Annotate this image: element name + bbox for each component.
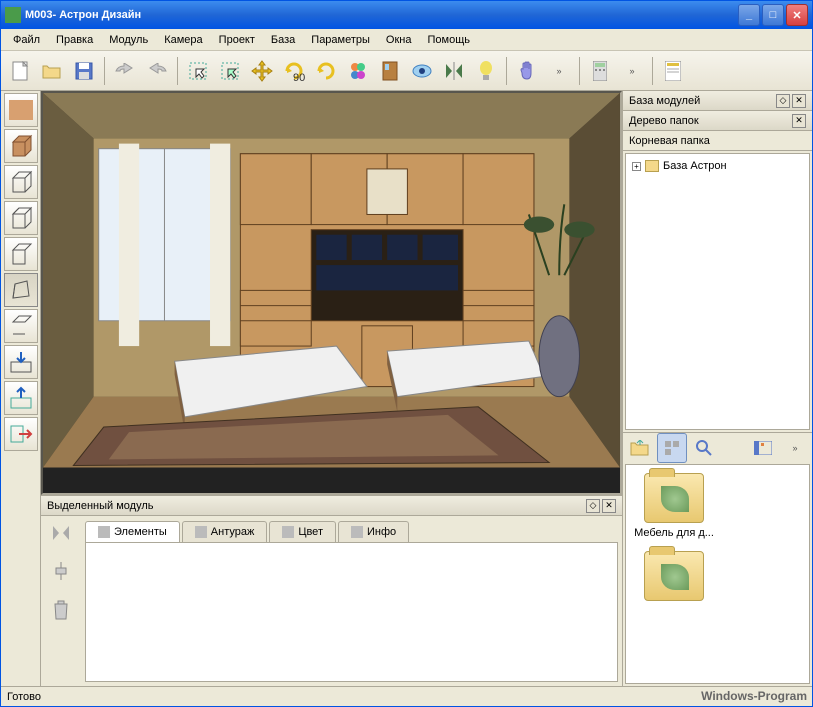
window-title: М003- Астрон Дизайн: [25, 9, 738, 21]
base-close-button[interactable]: ✕: [792, 94, 806, 108]
folder-icon: [644, 551, 704, 601]
status-text: Готово: [7, 691, 41, 703]
maximize-button[interactable]: □: [762, 4, 784, 26]
color-tool-button[interactable]: [343, 56, 373, 86]
redo-button[interactable]: [142, 56, 172, 86]
selected-module-title: Выделенный модуль: [47, 500, 584, 512]
selected-module-panel-header: Выделенный модуль ◇ ✕: [41, 496, 622, 516]
module-base-header: База модулей ◇ ✕: [623, 91, 812, 111]
folder-tree-header: Дерево папок ✕: [623, 111, 812, 131]
search-button[interactable]: [689, 433, 719, 463]
grid-icon: [98, 526, 110, 538]
tab-entourage[interactable]: Антураж: [182, 521, 268, 542]
3d-viewport[interactable]: [41, 91, 622, 495]
view-large-button[interactable]: [657, 433, 687, 463]
save-button[interactable]: [69, 56, 99, 86]
light-button[interactable]: [471, 56, 501, 86]
svg-text:90: 90: [293, 72, 305, 82]
module-base-title: База модулей: [629, 95, 774, 107]
menu-params[interactable]: Параметры: [303, 32, 378, 48]
title-bar: М003- Астрон Дизайн _ □ ✕: [1, 1, 812, 29]
layout-button[interactable]: [748, 433, 778, 463]
tree-item-label: База Астрон: [663, 160, 727, 172]
expand-button[interactable]: +: [632, 162, 641, 171]
view-button[interactable]: [407, 56, 437, 86]
status-bar: Готово: [1, 686, 812, 706]
rotate-90-button[interactable]: 90: [279, 56, 309, 86]
wireframe-2-tool[interactable]: [4, 201, 38, 235]
menu-windows[interactable]: Окна: [378, 32, 420, 48]
tree-item-base[interactable]: + База Астрон: [630, 158, 805, 174]
select-button[interactable]: [183, 56, 213, 86]
folder-item-2[interactable]: [634, 551, 714, 601]
more-1-button[interactable]: »: [544, 56, 574, 86]
trash-icon[interactable]: [53, 600, 69, 620]
menu-project[interactable]: Проект: [211, 32, 263, 48]
dimension-tool[interactable]: [4, 309, 38, 343]
solid-box-tool[interactable]: [4, 129, 38, 163]
slider-icon[interactable]: [52, 562, 70, 580]
modules-tabs: Элементы Антураж Цвет Инфо: [81, 516, 622, 542]
menu-camera[interactable]: Камера: [156, 32, 210, 48]
left-toolbar: [1, 91, 41, 686]
wireframe-3-tool[interactable]: [4, 237, 38, 271]
select-add-button[interactable]: [215, 56, 245, 86]
calc-button[interactable]: [585, 56, 615, 86]
menu-help[interactable]: Помощь: [419, 32, 478, 48]
module-panel-sidebar: [41, 516, 81, 686]
minimize-button[interactable]: _: [738, 4, 760, 26]
new-button[interactable]: [5, 56, 35, 86]
tab-content-area: [85, 542, 618, 682]
main-toolbar: 90 » »: [1, 51, 812, 91]
tab-elements[interactable]: Элементы: [85, 521, 180, 542]
star-icon: [195, 526, 207, 538]
mirror-button[interactable]: [439, 56, 469, 86]
panel-close-button[interactable]: ✕: [602, 499, 616, 513]
menu-edit[interactable]: Правка: [48, 32, 101, 48]
app-icon: [5, 7, 21, 23]
door-button[interactable]: [375, 56, 405, 86]
menu-file[interactable]: Файл: [5, 32, 48, 48]
folder-item-1[interactable]: Мебель для д...: [634, 473, 714, 539]
material-tool[interactable]: [4, 93, 38, 127]
pan-button[interactable]: [512, 56, 542, 86]
folder-icon: [644, 473, 704, 523]
close-button[interactable]: ✕: [786, 4, 808, 26]
folder-label: Мебель для д...: [634, 527, 714, 539]
palette-icon: [282, 526, 294, 538]
move-button[interactable]: [247, 56, 277, 86]
report-button[interactable]: [658, 56, 688, 86]
tab-color[interactable]: Цвет: [269, 521, 336, 542]
perspective-tool[interactable]: [4, 273, 38, 307]
folder-browser[interactable]: Мебель для д... Windows-Program: [625, 464, 810, 684]
folder-up-button[interactable]: [625, 433, 655, 463]
folder-tree-title: Дерево папок: [629, 115, 790, 127]
export-tool[interactable]: [4, 381, 38, 415]
menu-base[interactable]: База: [263, 32, 303, 48]
folder-icon: [645, 160, 659, 172]
mirror-icon[interactable]: [51, 524, 71, 542]
root-folder-label: Корневая папка: [629, 135, 806, 147]
panel-dock-button[interactable]: ◇: [586, 499, 600, 513]
info-icon: [351, 526, 363, 538]
pin-button[interactable]: ◇: [776, 94, 790, 108]
folder-tree[interactable]: + База Астрон: [625, 153, 810, 430]
right-toolbar: »: [623, 432, 812, 462]
menu-module[interactable]: Модуль: [101, 32, 156, 48]
undo-button[interactable]: [110, 56, 140, 86]
open-button[interactable]: [37, 56, 67, 86]
tab-info[interactable]: Инфо: [338, 521, 409, 542]
tree-close-button[interactable]: ✕: [792, 114, 806, 128]
more-2-button[interactable]: »: [617, 56, 647, 86]
more-right-button[interactable]: »: [780, 433, 810, 463]
menu-bar: Файл Правка Модуль Камера Проект База Па…: [1, 29, 812, 51]
root-folder-header: Корневая папка: [623, 131, 812, 151]
rotate-button[interactable]: [311, 56, 341, 86]
import-tool[interactable]: [4, 345, 38, 379]
wireframe-tool[interactable]: [4, 165, 38, 199]
exit-tool[interactable]: [4, 417, 38, 451]
